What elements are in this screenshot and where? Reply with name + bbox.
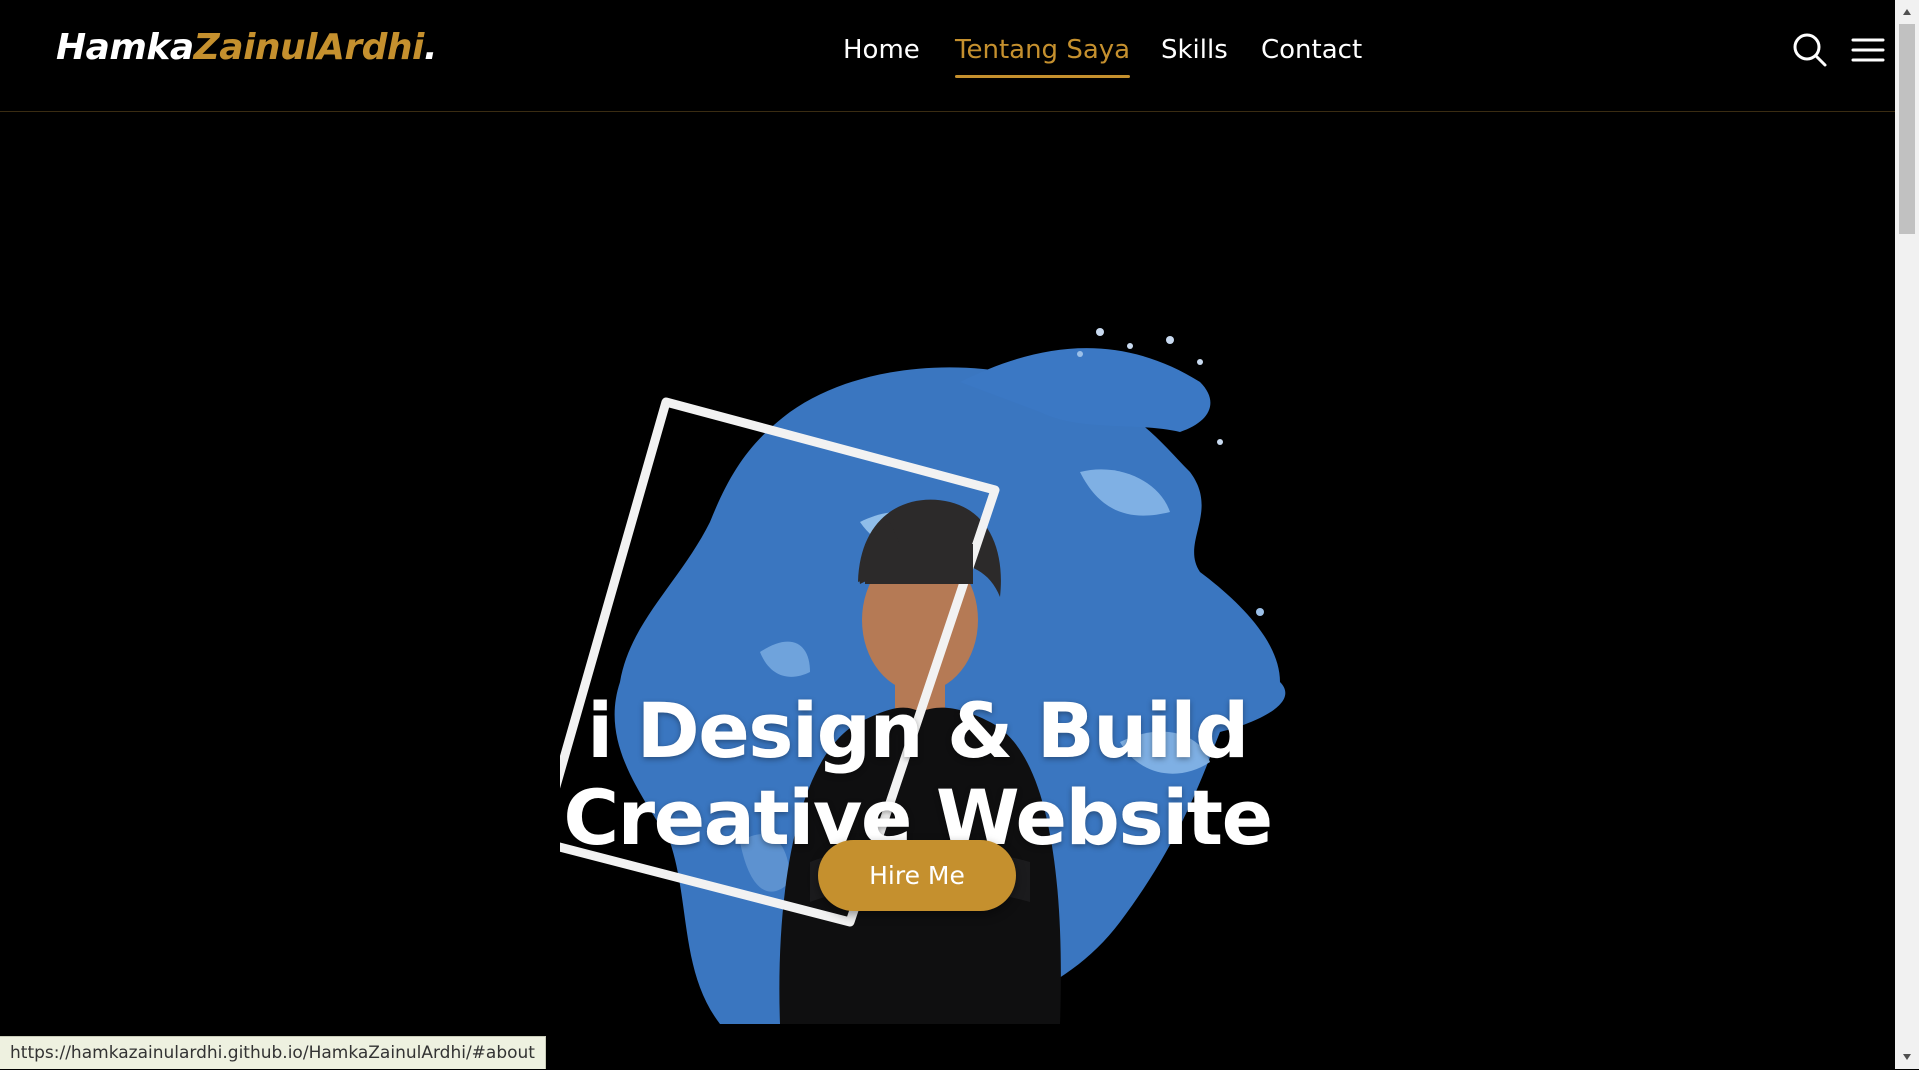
logo-part-first: Hamka — [56, 27, 194, 68]
logo[interactable]: HamkaZainulArdhi. — [56, 24, 438, 72]
menu-icon[interactable] — [1850, 32, 1886, 68]
hero-title: i Design & Build Creative Website — [0, 687, 1835, 861]
hero-title-line-1: i Design & Build — [587, 685, 1249, 775]
search-icon[interactable] — [1792, 32, 1828, 68]
logo-dot: . — [423, 27, 438, 68]
nav-link-skills[interactable]: Skills — [1161, 32, 1228, 68]
hire-me-button[interactable]: Hire Me — [818, 840, 1016, 911]
nav-link-home[interactable]: Home — [843, 32, 920, 68]
scroll-thumb[interactable] — [1899, 24, 1915, 234]
nav-link-contact[interactable]: Contact — [1261, 32, 1362, 68]
scroll-up-arrow-icon[interactable] — [1895, 2, 1919, 22]
logo-part-second: ZainulArdhi — [193, 27, 425, 68]
navbar: HamkaZainulArdhi. Home Tentang Saya Skil… — [0, 0, 1895, 112]
scrollbar[interactable] — [1895, 0, 1919, 1069]
scroll-down-arrow-icon[interactable] — [1895, 1047, 1919, 1067]
status-bar-url: https://hamkazainulardhi.github.io/Hamka… — [0, 1036, 546, 1069]
page: HamkaZainulArdhi. Home Tentang Saya Skil… — [0, 0, 1895, 1069]
nav-link-tentang-saya[interactable]: Tentang Saya — [955, 32, 1131, 78]
hero-image — [560, 328, 1286, 1024]
